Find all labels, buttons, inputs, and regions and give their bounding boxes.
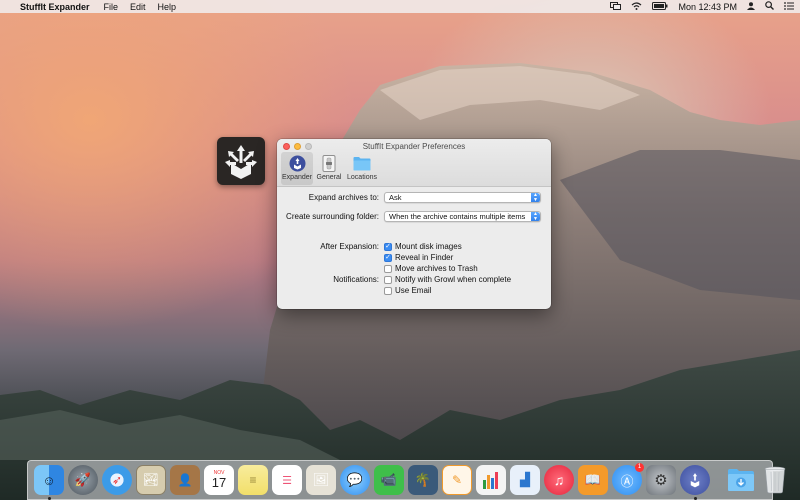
gear-icon: ⚙ — [654, 472, 668, 489]
dock-pages[interactable]: ✎ — [442, 465, 472, 495]
reminders-icon: ☰ — [282, 474, 292, 487]
status-area: Mon 12:43 PM — [610, 1, 794, 12]
dock-itunes[interactable]: ♫ — [544, 465, 574, 495]
dock-calendar[interactable]: NOV 17 — [204, 465, 234, 495]
calendar-day: 17 — [211, 475, 227, 490]
dock-keynote[interactable]: ▟ — [510, 465, 540, 495]
window-title: StuffIt Expander Preferences — [362, 142, 466, 151]
notifications-label: Notifications: — [333, 275, 379, 284]
bar-chart-icon — [483, 472, 498, 489]
checkbox-unchecked-icon — [384, 286, 392, 295]
speech-bubble-icon: 💬 — [346, 472, 364, 487]
checkbox-label: Reveal in Finder — [395, 253, 454, 262]
update-badge: 1 — [635, 463, 644, 472]
menu-bar: StuffIt Expander File Edit Help Mon 12:4… — [0, 0, 800, 13]
wifi-icon[interactable] — [631, 1, 642, 12]
finder-icon: ☺ — [42, 472, 56, 488]
checkbox-checked-icon: ✓ — [384, 242, 392, 251]
dock-finder[interactable]: ☺ — [34, 465, 64, 500]
menu-edit[interactable]: Edit — [130, 2, 146, 12]
notes-icon: ≡ — [249, 473, 257, 487]
dock-ibooks[interactable]: 📖 — [578, 465, 608, 495]
tab-label: General — [316, 174, 342, 181]
preview-icon: 🖼 — [312, 472, 330, 487]
window-toolbar: StuffIt Expander Preferences Expander Ge… — [277, 139, 551, 187]
expand-archives-value: Ask — [389, 193, 402, 202]
dock-stuffit-expander[interactable] — [680, 465, 710, 500]
use-email-checkbox[interactable]: Use Email — [384, 286, 431, 295]
dock-iphoto[interactable]: 🌴 — [408, 465, 438, 495]
dock-preview[interactable]: 🖼 — [306, 465, 336, 495]
battery-icon[interactable] — [652, 1, 668, 12]
tab-expander[interactable]: Expander — [281, 152, 313, 185]
dock-system-preferences[interactable]: ⚙ — [646, 465, 676, 495]
preferences-window: StuffIt Expander Preferences Expander Ge… — [277, 139, 551, 309]
compass-icon: ➶ — [111, 473, 123, 487]
tab-general[interactable]: General — [313, 152, 345, 185]
dock-photo-app[interactable]: 🏞 — [136, 465, 166, 495]
chevron-updown-icon: ▲ ▼ — [531, 212, 540, 221]
menu-file[interactable]: File — [104, 2, 119, 12]
surrounding-folder-select[interactable]: When the archive contains multiple items… — [384, 211, 541, 222]
dock-downloads[interactable] — [726, 465, 756, 495]
dock-safari[interactable]: ➶ — [102, 465, 132, 495]
reveal-in-finder-checkbox[interactable]: ✓ Reveal in Finder — [384, 253, 453, 262]
trash-icon — [764, 466, 786, 494]
folder-icon — [353, 154, 371, 172]
dock-notes[interactable]: ≡ — [238, 465, 268, 495]
checkbox-unchecked-icon — [384, 264, 392, 273]
user-icon[interactable] — [747, 1, 755, 12]
expander-icon — [690, 473, 700, 488]
tab-locations[interactable]: Locations — [347, 152, 377, 185]
chevron-updown-icon: ▲ ▼ — [531, 193, 540, 202]
dock-reminders[interactable]: ☰ — [272, 465, 302, 495]
app-store-icon: Ⓐ — [620, 473, 634, 489]
dock-app-store[interactable]: Ⓐ 1 — [612, 463, 644, 495]
video-camera-icon: 📹 — [380, 472, 398, 487]
checkbox-label: Notify with Growl when complete — [395, 275, 512, 284]
dock-messages[interactable]: 💬 — [340, 465, 370, 495]
dock-trash[interactable] — [760, 465, 790, 495]
tab-label: Locations — [347, 174, 377, 181]
dock-numbers[interactable] — [476, 465, 506, 495]
notify-growl-checkbox[interactable]: Notify with Growl when complete — [384, 275, 511, 284]
app-menu[interactable]: StuffIt Expander — [20, 2, 90, 12]
preferences-tabs: Expander General Locations — [281, 152, 377, 185]
checkbox-label: Mount disk images — [395, 242, 462, 251]
checkbox-label: Use Email — [395, 286, 432, 295]
pages-icon: ✎ — [451, 473, 463, 487]
checkbox-unchecked-icon — [384, 275, 392, 284]
after-expansion-label: After Expansion: — [320, 242, 379, 251]
tab-label: Expander — [282, 174, 312, 181]
music-note-icon: ♫ — [553, 472, 565, 488]
podium-icon: ▟ — [520, 472, 530, 487]
surrounding-folder-value: When the archive contains multiple items — [389, 212, 526, 221]
rocket-icon: 🚀 — [74, 472, 92, 487]
display-mirror-icon[interactable] — [610, 1, 622, 12]
photos-icon: 🌴 — [414, 472, 432, 487]
general-icon — [320, 154, 338, 172]
stuffit-expander-app-icon[interactable] — [217, 137, 265, 185]
dock-facetime[interactable]: 📹 — [374, 465, 404, 495]
notification-center-icon[interactable] — [784, 1, 794, 12]
dock-contacts[interactable]: 👤 — [170, 465, 200, 495]
mount-disk-images-checkbox[interactable]: ✓ Mount disk images — [384, 242, 462, 251]
book-icon: 📖 — [584, 472, 602, 487]
downloads-folder-icon — [728, 469, 754, 491]
stamp-icon: 🏞 — [142, 472, 160, 487]
expander-pane: Expand archives to: Ask ▲ ▼ Create surrou… — [277, 187, 551, 309]
checkbox-checked-icon: ✓ — [384, 253, 392, 262]
dock-launchpad[interactable]: 🚀 — [68, 465, 98, 495]
checkbox-label: Move archives to Trash — [395, 264, 478, 273]
surrounding-folder-label: Create surrounding folder: — [286, 212, 379, 221]
expand-archives-label: Expand archives to: — [308, 193, 379, 202]
expander-icon — [288, 154, 306, 172]
move-to-trash-checkbox[interactable]: Move archives to Trash — [384, 264, 478, 273]
menu-help[interactable]: Help — [158, 2, 177, 12]
expand-archives-select[interactable]: Ask ▲ ▼ — [384, 192, 541, 203]
spotlight-icon[interactable] — [765, 1, 774, 12]
contacts-icon: 👤 — [177, 473, 193, 487]
dock: ☺ 🚀 ➶ 🏞 👤 NOV 17 ≡ ☰ 🖼 💬 📹 🌴 ✎ ▟ ♫ 📖 Ⓐ 1… — [27, 460, 786, 500]
clock[interactable]: Mon 12:43 PM — [678, 2, 737, 12]
